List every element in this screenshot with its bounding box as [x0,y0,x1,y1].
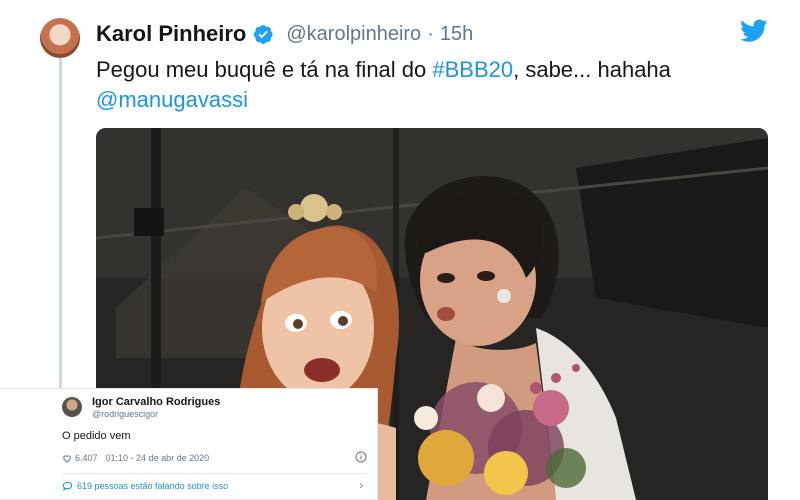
tweet-text-part: , sabe... hahaha [513,57,671,82]
embedded-avatar[interactable] [62,397,82,417]
heart-icon[interactable] [62,454,72,463]
tweet-text-part: Pegou meu buquê e tá na final do [96,57,433,82]
avatar[interactable] [40,18,80,58]
divider [62,473,367,474]
comment-icon [62,481,73,491]
embedded-meta: 6.407 01:10 - 24 de abr de 2020 [62,451,367,465]
embedded-timestamp[interactable]: 01:10 - 24 de abr de 2020 [106,453,210,463]
verified-badge-icon [254,25,273,44]
tweet-time[interactable]: 15h [440,23,473,46]
like-count[interactable]: 6.407 [75,453,98,463]
hashtag-link[interactable]: #BBB20 [432,57,513,82]
mention-link[interactable]: @manugavassi [96,87,248,112]
author-name[interactable]: Karol Pinheiro [96,21,246,47]
embedded-author-handle[interactable]: @rodriguescigor [92,409,158,419]
twitter-bird-icon[interactable] [740,19,768,43]
info-icon[interactable] [355,451,367,463]
tweet-text: Pegou meu buquê e tá na final do #BBB20,… [96,55,756,115]
author-handle[interactable]: @karolpinheiro [286,23,421,46]
discussion-link[interactable]: 619 pessoas estão falando sobre isso › [62,478,367,494]
discussion-text[interactable]: 619 pessoas estão falando sobre isso [77,481,228,491]
chevron-right-icon[interactable]: › [359,480,363,492]
embedded-tweet-text: O pedido vem [62,430,131,442]
embedded-tweet-card[interactable]: Igor Carvalho Rodrigues @rodriguescigor … [0,388,378,500]
separator-dot: · [427,22,434,45]
embedded-author-name[interactable]: Igor Carvalho Rodrigues [92,396,220,408]
tweet-header: Karol Pinheiro @karolpinheiro · 15h [96,18,473,50]
